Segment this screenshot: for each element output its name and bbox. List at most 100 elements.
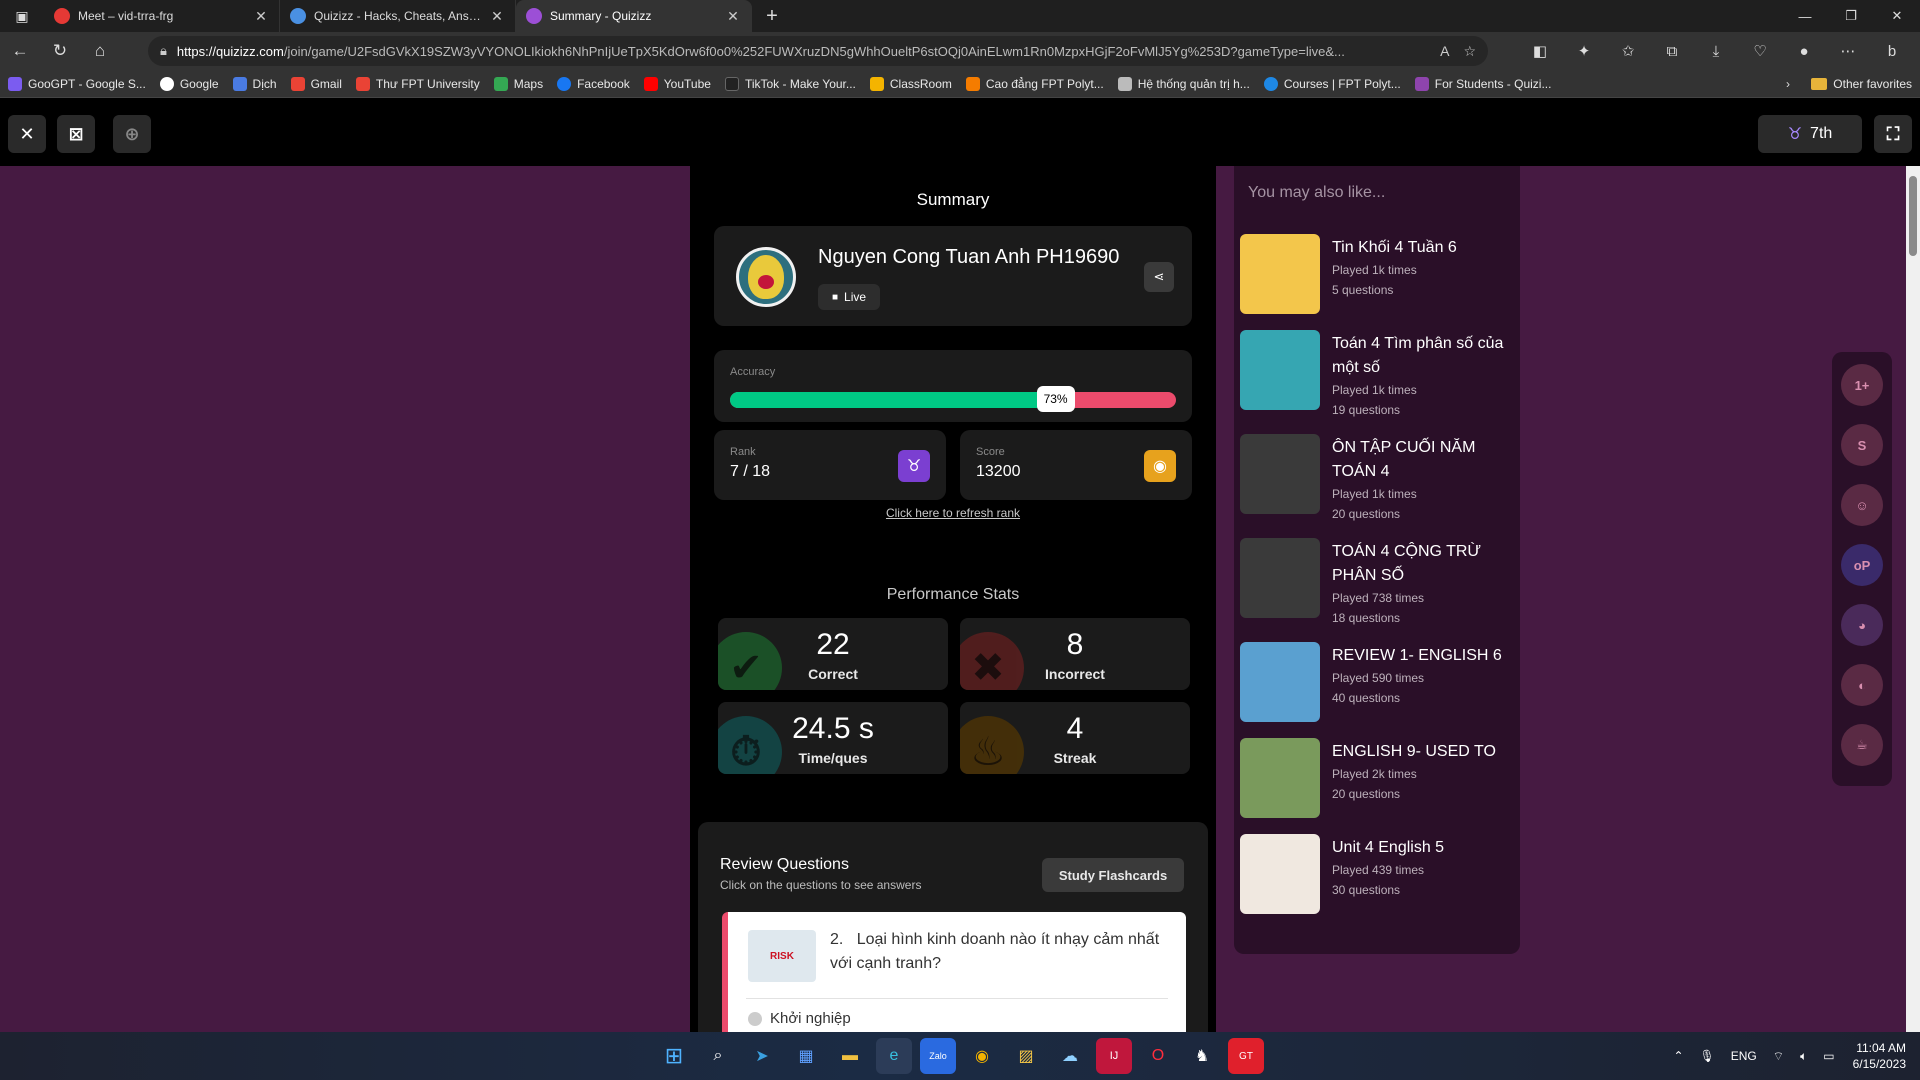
question-card[interactable]: RISK 2. Loại hình kinh doanh nào ít nhạy…	[722, 912, 1186, 1032]
bookmark-google[interactable]: Google	[159, 76, 219, 91]
scrollbar-thumb[interactable]	[1909, 176, 1917, 256]
tab-quizizz-hacks[interactable]: Quizizz - Hacks, Cheats, Answers... ✕	[280, 0, 516, 32]
lock-icon[interactable]: 🔒︎	[160, 43, 167, 59]
bookmarks-overflow-icon[interactable]: ›	[1786, 70, 1790, 98]
edge-icon[interactable]: e	[876, 1038, 912, 1074]
bookmark-googpt[interactable]: GooGPT - Google S...	[8, 76, 146, 91]
close-window-icon[interactable]: ✕	[1874, 0, 1920, 32]
other-favorites[interactable]: Other favorites	[1811, 70, 1912, 98]
suggestion-title: ÔN TẬP CUỐI NĂM TOÁN 4	[1332, 439, 1476, 480]
zoom-icon[interactable]: ⊕	[113, 115, 151, 153]
game-icon[interactable]: ♞	[1184, 1038, 1220, 1074]
extensions-icon[interactable]: ✦	[1562, 32, 1606, 70]
profile-icon[interactable]: ●	[1782, 32, 1826, 70]
tab-title: Meet – vid-trra-frg	[78, 9, 174, 23]
favorites-icon[interactable]: ✩	[1606, 32, 1650, 70]
potion-icon[interactable]: ☕︎	[1841, 724, 1883, 766]
monster-icon[interactable]: ☺	[1841, 484, 1883, 526]
restore-icon[interactable]: ❐	[1828, 0, 1874, 32]
vscode-icon[interactable]: ☁	[1052, 1038, 1088, 1074]
extension-icon[interactable]: ◧	[1518, 32, 1562, 70]
accuracy-label: Accuracy	[730, 366, 776, 378]
sus-icon[interactable]: S	[1841, 424, 1883, 466]
gmail-icon	[355, 76, 370, 91]
close-tab-icon[interactable]: ✕	[489, 8, 505, 25]
suggestion-played: Played 590 times	[1332, 671, 1425, 685]
bookmark-he-thong[interactable]: Hệ thống quản trị h...	[1117, 76, 1250, 91]
ghost-icon[interactable]: ◕	[1841, 604, 1883, 646]
bookmark-youtube[interactable]: YouTube	[643, 76, 711, 91]
accuracy-card: Accuracy 73%	[714, 350, 1192, 422]
volume-icon[interactable]: 🔈︎	[1800, 1049, 1807, 1064]
tab-actions-icon[interactable]: ▣	[0, 0, 44, 32]
exit-button[interactable]: ✕	[8, 115, 46, 153]
bookmark-tiktok[interactable]: TikTok - Make Your...	[724, 76, 856, 91]
app-icon[interactable]: GT	[1228, 1038, 1264, 1074]
refresh-icon[interactable]: ↻	[40, 32, 80, 70]
home-icon[interactable]: ⌂	[80, 32, 120, 70]
tab-meet[interactable]: Meet – vid-trra-frg ✕	[44, 0, 280, 32]
rank-pill[interactable]: ♉ 7th	[1758, 115, 1862, 153]
bookmark-thu-fpt[interactable]: Thư FPT University	[355, 76, 480, 91]
rank-pill-label: 7th	[1810, 125, 1833, 142]
sticky-icon[interactable]: ▨	[1008, 1038, 1044, 1074]
clock[interactable]: 11:04 AM 6/15/2023	[1853, 1040, 1906, 1072]
summary-title: Summary	[916, 190, 990, 209]
accuracy-percentage: 73%	[1036, 386, 1075, 412]
address-bar[interactable]: 🔒︎ https://quizizz.com/join/game/U2FsdGV…	[148, 36, 1488, 66]
suggestion-questions: 20 questions	[1332, 787, 1401, 801]
language-indicator[interactable]: ENG	[1731, 1049, 1757, 1063]
suggestion-thumbnail	[1240, 642, 1320, 722]
refresh-rank-link[interactable]: Click here to refresh rank	[690, 506, 1216, 520]
bookmark-courses-fpt[interactable]: Courses | FPT Polyt...	[1263, 76, 1401, 91]
once-more-icon[interactable]: 1+	[1841, 364, 1883, 406]
close-tab-icon[interactable]: ✕	[253, 8, 269, 25]
bookmark-maps[interactable]: Maps	[493, 76, 543, 91]
search-icon[interactable]: ⌕	[700, 1038, 736, 1074]
wifi-icon[interactable]: ⌔	[1773, 1049, 1784, 1064]
telegram-icon[interactable]: ➤	[744, 1038, 780, 1074]
minimize-icon[interactable]: —	[1782, 0, 1828, 32]
bookmark-facebook[interactable]: Facebook	[557, 76, 630, 91]
store-icon[interactable]: ▦	[788, 1038, 824, 1074]
study-flashcards-button[interactable]: Study Flashcards	[1042, 858, 1184, 892]
new-tab-button[interactable]: +	[756, 0, 788, 32]
back-icon[interactable]: ←	[0, 32, 40, 70]
tab-summary-quizizz[interactable]: Summary - Quizizz ✕	[516, 0, 752, 32]
bookmark-dich[interactable]: Dịch	[232, 76, 277, 91]
close-tab-icon[interactable]: ✕	[725, 8, 741, 25]
clock-time: 11:04 AM	[1856, 1041, 1906, 1055]
fullscreen-icon[interactable]: ⛶	[1874, 115, 1912, 153]
incorrect-label: Incorrect	[1045, 666, 1105, 682]
op-icon[interactable]: oP	[1841, 544, 1883, 586]
toolbar-extensions: ◧ ✦ ✩ ⧉ ⤓ ♡ ● ⋯ b	[1518, 32, 1914, 70]
bookmark-cao-dang-fpt[interactable]: Cao đẳng FPT Polyt...	[965, 76, 1104, 91]
time-per-question: 24.5 s	[792, 712, 874, 745]
more-icon[interactable]: ⋯	[1826, 32, 1870, 70]
downloads-icon[interactable]: ⤓	[1694, 32, 1738, 70]
page-scrollbar[interactable]	[1906, 166, 1920, 1032]
bing-icon[interactable]: b	[1870, 32, 1914, 70]
performance-icon[interactable]: ♡	[1738, 32, 1782, 70]
bookmark-quizizz-students[interactable]: For Students - Quizi...	[1414, 76, 1551, 91]
share-button[interactable]: ⋖	[1144, 262, 1174, 292]
chrome-icon[interactable]: ◉	[964, 1038, 1000, 1074]
opera-icon[interactable]: O	[1140, 1038, 1176, 1074]
battery-icon[interactable]: ▭	[1823, 1049, 1834, 1063]
jetbrains-icon[interactable]: IJ	[1096, 1038, 1132, 1074]
bookmark-gmail[interactable]: Gmail	[290, 76, 342, 91]
zalo-icon[interactable]: Zalo	[920, 1038, 956, 1074]
bookmark-classroom[interactable]: ClassRoom	[869, 76, 952, 91]
windows-start-icon[interactable]: ⊞	[656, 1038, 692, 1074]
gamepad-icon[interactable]: ◐	[1841, 664, 1883, 706]
favorite-star-icon[interactable]: ☆	[1463, 43, 1476, 60]
chevron-up-icon[interactable]: ⌃	[1673, 1049, 1683, 1063]
quizizz-logo-icon[interactable]: ⊠	[57, 115, 95, 153]
file-explorer-icon[interactable]: ▬	[832, 1038, 868, 1074]
suggestion-played: Played 1k times	[1332, 263, 1417, 277]
read-aloud-icon[interactable]: A	[1440, 43, 1449, 59]
facebook-icon	[557, 76, 572, 91]
fpt-icon	[965, 76, 980, 91]
collections-icon[interactable]: ⧉	[1650, 32, 1694, 70]
microphone-icon[interactable]: 🎙︎	[1700, 1049, 1715, 1063]
